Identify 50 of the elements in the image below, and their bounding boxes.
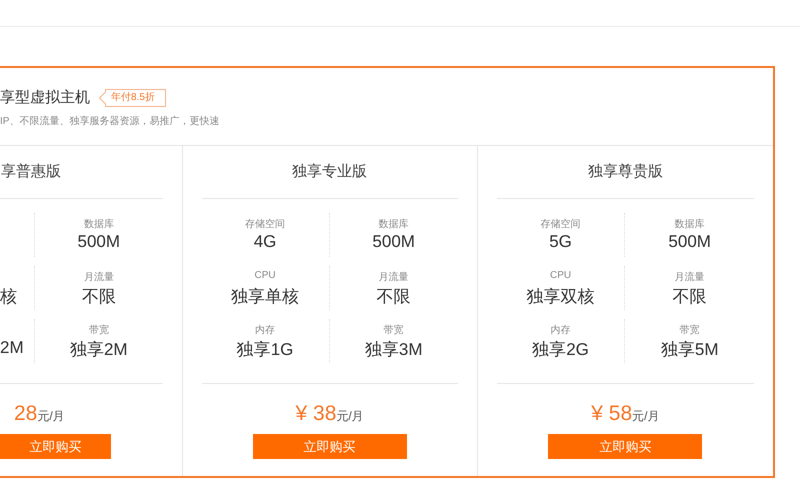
spec-label: 月流量 (378, 270, 409, 283)
spec-value: 独享1G (236, 339, 294, 361)
price-unit: 元/月 (37, 409, 65, 423)
spec-label: 数据库 (674, 218, 705, 230)
spec-value: 2M (0, 338, 24, 358)
price-amount: 38 (313, 402, 336, 425)
spec-value: 独享2M (70, 339, 128, 361)
spec-label: 带宽 (680, 324, 700, 336)
spec-label: 月流量 (84, 270, 114, 283)
spec-value: 独享2G (532, 339, 589, 361)
section-description: IP、不限流量、独享服务器资源，易推广，更快速 (0, 114, 220, 128)
spec-value: 独享单核 (231, 286, 300, 308)
spec-value: 不限 (376, 286, 411, 308)
plan-title: 独享专业版 (202, 146, 458, 199)
spec-label: CPU (550, 270, 572, 283)
spec-value: 500M (372, 232, 415, 252)
price-amount: 58 (608, 402, 632, 425)
spec-value: 4G (254, 232, 276, 252)
buy-button[interactable]: 立即购买 (252, 434, 407, 459)
spec-label: 带宽 (88, 324, 109, 336)
chevron-icon (98, 88, 106, 106)
spec-label: 数据库 (378, 218, 409, 230)
spec-value: 独享双核 (526, 286, 595, 308)
spec-label: 月流量 (674, 270, 705, 283)
spec-value: 独享3M (364, 339, 422, 361)
spec-label: 数据库 (84, 218, 114, 230)
plan-title: 享普惠版 (0, 146, 163, 199)
spec-value: 不限 (82, 286, 116, 308)
spec-value: 5G (549, 232, 572, 252)
spec-label: CPU (254, 270, 276, 283)
spec-label: 存储空间 (245, 218, 286, 230)
currency-sign: ¥ (591, 402, 604, 425)
currency-sign: ¥ (296, 402, 308, 425)
spec-value: 核 (0, 286, 17, 308)
buy-button[interactable]: 立即购买 (0, 434, 111, 459)
plan-title: 独享尊贵版 (496, 146, 754, 199)
section-title: 享型虚拟主机 (0, 88, 90, 107)
spec-value: 独享5M (660, 339, 718, 361)
price-amount: 28 (14, 402, 38, 425)
spec-label: 内存 (255, 324, 276, 336)
spec-label: 内存 (550, 324, 571, 336)
spec-value: 500M (668, 232, 711, 252)
spec-value: 500M (77, 232, 120, 252)
spec-label: 带宽 (384, 324, 404, 336)
price-unit: 元/月 (336, 409, 364, 423)
spec-label: 存储空间 (540, 218, 581, 230)
spec-value: 不限 (672, 286, 707, 308)
price-unit: 元/月 (632, 409, 660, 423)
buy-button[interactable]: 立即购买 (548, 434, 702, 459)
discount-badge: 年付8.5折 (105, 88, 166, 106)
